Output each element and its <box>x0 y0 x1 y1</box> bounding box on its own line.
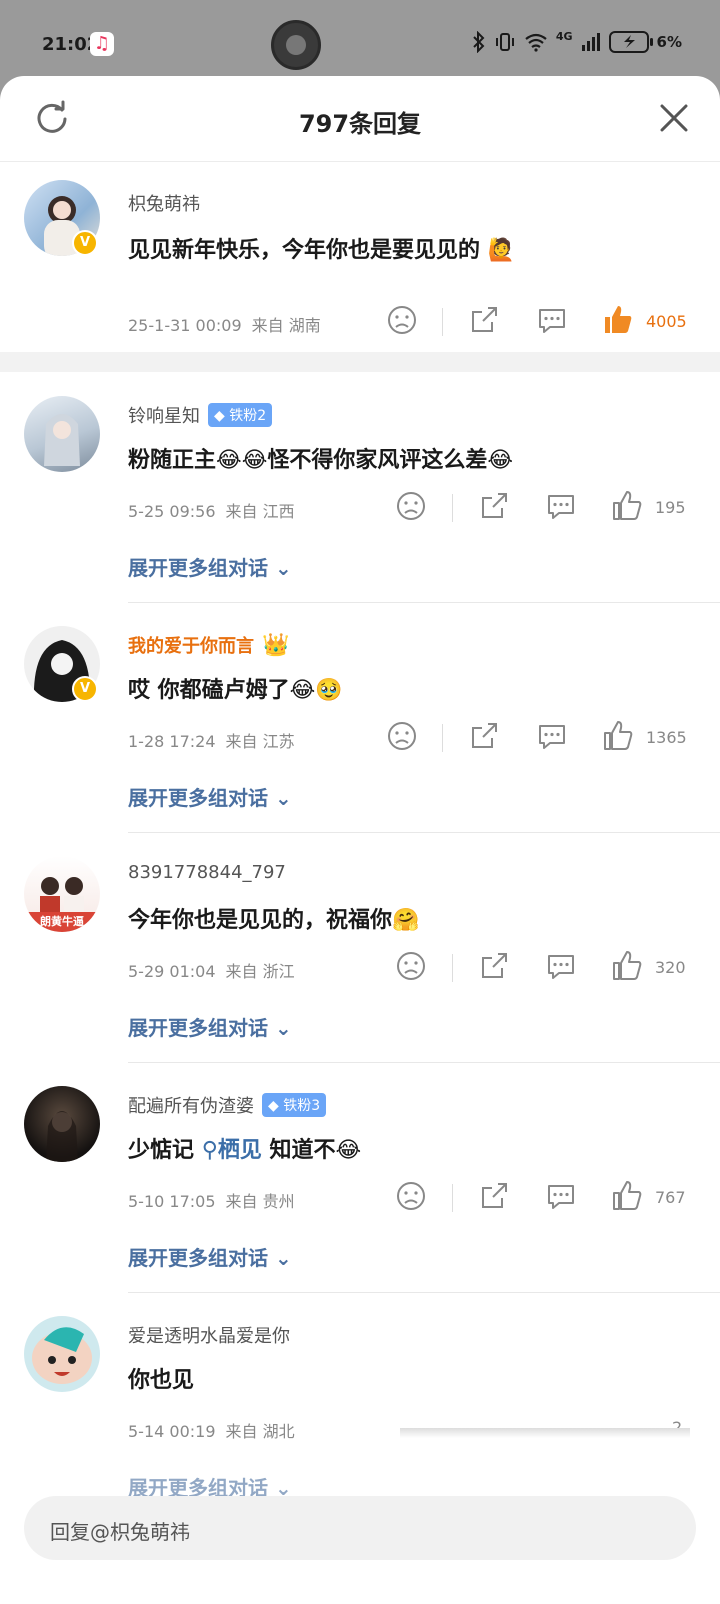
username[interactable]: 铃响星知 ◆ 铁粉2 <box>128 402 273 428</box>
username[interactable]: 爱是透明水晶爱是你 <box>128 1322 290 1348</box>
share-icon[interactable] <box>466 718 502 754</box>
comment-text: 少惦记 ⚲栖见 知道不😂 <box>128 1138 362 1163</box>
comment-item: 朗黄牛逼 8391778844_797 今年你也是见见的，祝福你🤗 5-29 0… <box>0 832 720 1062</box>
avatar[interactable] <box>24 396 100 472</box>
expand-conversation-link[interactable]: 展开更多组对话 ⌄ <box>128 782 292 811</box>
comment-text: 你也见 <box>128 1368 195 1393</box>
comment-icon[interactable] <box>543 948 579 984</box>
loading-fade <box>400 1428 690 1438</box>
replies-sheet: 797条回复 V 枳兔萌祎 见见新年快乐，今年你也是要见见的 🙋 25-1-31… <box>0 76 720 1604</box>
action-row: 1365 <box>0 718 720 758</box>
sheet-title: 797条回复 <box>298 110 422 138</box>
main-comment: V 枳兔萌祎 见见新年快乐，今年你也是要见见的 🙋 25-1-31 00:09 来… <box>0 162 720 352</box>
verified-badge-icon: V <box>72 676 98 702</box>
search-topic-link[interactable]: ⚲栖见 <box>202 1138 262 1163</box>
like-icon[interactable] <box>609 488 645 524</box>
dislike-icon[interactable] <box>393 1178 429 1214</box>
comment-item: 铃响星知 ◆ 铁粉2 粉随正主😂😂怪不得你家风评这么差😂 5-25 09:56 来自… <box>0 372 720 602</box>
close-icon[interactable] <box>658 102 690 134</box>
comment-item: 配遍所有伪渣婆 ◆ 铁粉3 少惦记 ⚲栖见 知道不😂 5-10 17:05 来自 贵… <box>0 1062 720 1292</box>
status-bar: 21:02 ♫ 4G 6% <box>0 0 720 80</box>
like-icon[interactable] <box>609 948 645 984</box>
expand-conversation-link[interactable]: 展开更多组对话 ⌄ <box>128 1012 292 1041</box>
expand-conversation-link[interactable]: 展开更多组对话 ⌄ <box>128 1242 292 1271</box>
avatar[interactable] <box>24 1316 100 1392</box>
expand-conversation-link[interactable]: 展开更多组对话 ⌄ <box>128 552 292 581</box>
dislike-icon[interactable] <box>393 948 429 984</box>
status-icons: 4G 6% <box>472 30 682 53</box>
comment-icon[interactable] <box>534 302 570 338</box>
like-icon[interactable] <box>600 718 636 754</box>
action-row: 320 <box>0 948 720 988</box>
like-icon[interactable] <box>609 1178 645 1214</box>
front-camera <box>271 20 321 70</box>
username[interactable]: 枳兔萌祎 <box>128 190 200 216</box>
comment-icon[interactable] <box>534 718 570 754</box>
dislike-icon[interactable] <box>384 718 420 754</box>
username[interactable]: 8391778844_797 <box>128 862 286 883</box>
battery-percent: 6% <box>656 32 682 51</box>
dislike-icon[interactable] <box>393 488 429 524</box>
reply-input[interactable]: 回复@枳兔萌祎 <box>24 1496 696 1560</box>
share-icon[interactable] <box>466 302 502 338</box>
share-icon[interactable] <box>476 488 512 524</box>
action-row: 4005 <box>0 302 720 342</box>
vibrate-icon <box>495 32 514 51</box>
bluetooth-icon <box>473 30 485 53</box>
verified-badge-icon: V <box>72 230 98 256</box>
comment-text: 粉随正主😂😂怪不得你家风评这么差😂 <box>128 448 514 473</box>
like-count: 1365 <box>646 728 687 747</box>
wifi-icon <box>525 33 547 52</box>
comment-text: 见见新年快乐，今年你也是要见见的 🙋 <box>128 238 516 263</box>
crown-icon: 👑 <box>262 632 290 658</box>
like-icon-active[interactable] <box>600 302 636 338</box>
section-divider <box>0 352 720 372</box>
comment-icon[interactable] <box>543 488 579 524</box>
sheet-header: 797条回复 <box>0 76 720 162</box>
battery-icon <box>608 30 653 53</box>
like-count: 4005 <box>646 312 687 331</box>
network-type: 4G <box>555 30 573 43</box>
comment-icon[interactable] <box>543 1178 579 1214</box>
fan-badge: ◆ 铁粉3 <box>262 1093 327 1117</box>
action-row: 195 <box>0 488 720 528</box>
comment-text: 今年你也是见见的，祝福你🤗 <box>128 908 420 933</box>
fan-badge: ◆ 铁粉2 <box>208 403 273 427</box>
music-app-icon: ♫ <box>90 32 114 56</box>
reply-placeholder: 回复@枳兔萌祎 <box>50 1520 190 1544</box>
like-count: 320 <box>655 958 686 977</box>
username[interactable]: 我的爱于你而言 👑 <box>128 632 289 658</box>
avatar[interactable] <box>24 1086 100 1162</box>
comment-item: V 我的爱于你而言 👑 哎 你都磕卢姆了😂🥹 1-28 17:24 来自 江苏 13… <box>0 602 720 832</box>
username[interactable]: 配遍所有伪渣婆 ◆ 铁粉3 <box>128 1092 327 1118</box>
like-count: 767 <box>655 1188 686 1207</box>
avatar[interactable]: 朗黄牛逼 <box>24 856 100 932</box>
comment-item: 爱是透明水晶爱是你 你也见 5-14 00:19来自 湖北 2 展开更多组对话 … <box>0 1292 720 1522</box>
comment-meta: 5-14 00:19 来自 湖北 <box>128 1422 295 1441</box>
avatar-caption: 朗黄牛逼 <box>40 915 84 928</box>
share-icon[interactable] <box>476 1178 512 1214</box>
dislike-icon[interactable] <box>384 302 420 338</box>
comment-text: 哎 你都磕卢姆了😂🥹 <box>128 678 343 703</box>
action-row: 767 <box>0 1178 720 1218</box>
like-count: 195 <box>655 498 686 517</box>
signal-icon <box>581 32 600 51</box>
share-icon[interactable] <box>476 948 512 984</box>
